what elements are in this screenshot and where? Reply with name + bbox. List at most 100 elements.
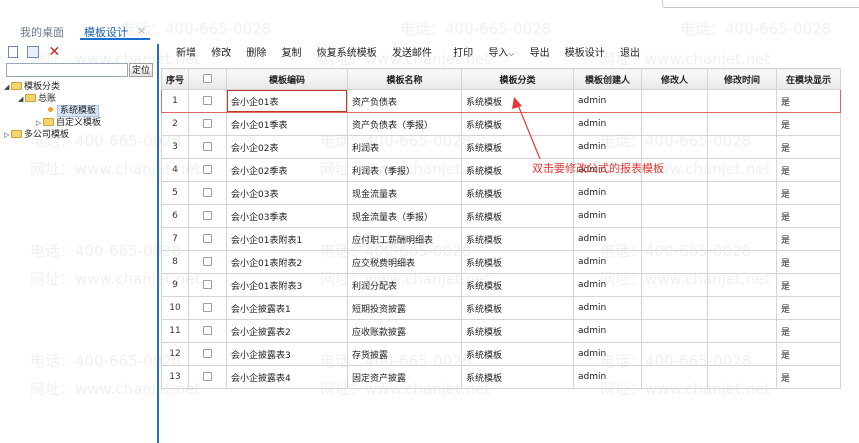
collapse-icon[interactable]: ◢	[18, 93, 25, 105]
cell-category[interactable]: 系统模板	[461, 365, 575, 389]
tree-node-multi[interactable]: ▷ 多公司模板	[4, 129, 69, 141]
cell-modifier[interactable]	[641, 319, 709, 343]
tree-node-total[interactable]: ◢ 总账	[18, 93, 56, 105]
cell-modifier[interactable]	[641, 342, 709, 366]
edit-icon[interactable]	[27, 46, 40, 58]
row-checkbox[interactable]	[188, 365, 228, 389]
cell-code[interactable]: 会小企披露表3	[226, 342, 349, 366]
cell-name[interactable]: 资产负债表（季报）	[347, 112, 463, 136]
cell-show[interactable]: 是	[776, 296, 842, 320]
cell-code[interactable]: 会小企02表	[226, 135, 349, 159]
cell-category[interactable]: 系统模板	[461, 296, 575, 320]
cell-creator[interactable]: admin	[573, 342, 643, 366]
cell-mtime[interactable]	[707, 342, 778, 366]
cell-show[interactable]: 是	[776, 204, 842, 228]
cell-modifier[interactable]	[641, 89, 709, 113]
row-checkbox[interactable]	[188, 342, 228, 366]
row-checkbox[interactable]	[188, 250, 228, 274]
cell-code[interactable]: 会小企披露表1	[226, 296, 349, 320]
cell-modifier[interactable]	[641, 112, 709, 136]
col-header-creator[interactable]: 模板创建人	[573, 68, 643, 90]
delete-button[interactable]: 删除	[246, 48, 266, 60]
cell-name[interactable]: 固定资产披露	[347, 365, 463, 389]
cell-mtime[interactable]	[707, 204, 778, 228]
cell-code[interactable]: 会小企01季表	[226, 112, 349, 136]
cell-name[interactable]: 资产负债表	[347, 89, 463, 113]
cell-show[interactable]: 是	[776, 342, 842, 366]
table-row[interactable]: 5 会小企03表 现金流量表 系统模板 admin 是	[160, 181, 842, 205]
print-button[interactable]: 打印	[453, 48, 473, 60]
cell-name[interactable]: 现金流量表	[347, 181, 463, 205]
cell-code[interactable]: 会小企03表	[226, 181, 349, 205]
select-all-checkbox[interactable]	[188, 68, 228, 90]
cell-category[interactable]: 系统模板	[461, 227, 575, 251]
edit-button[interactable]: 修改	[211, 48, 231, 60]
cell-code[interactable]: 会小企01表附表1	[226, 227, 349, 251]
cell-show[interactable]: 是	[776, 273, 842, 297]
table-row[interactable]: 6 会小企03季表 现金流量表（季报） 系统模板 admin 是	[160, 204, 842, 228]
cell-category[interactable]: 系统模板	[461, 273, 575, 297]
cell-modifier[interactable]	[641, 296, 709, 320]
cell-code[interactable]: 会小企01表附表3	[226, 273, 349, 297]
cell-creator[interactable]: admin	[573, 273, 643, 297]
cell-mtime[interactable]	[707, 158, 778, 182]
cell-creator[interactable]: admin	[573, 365, 643, 389]
col-header-category[interactable]: 模板分类	[461, 68, 575, 90]
cell-modifier[interactable]	[641, 181, 709, 205]
import-button[interactable]: 导入⌵	[488, 48, 514, 60]
collapse-icon[interactable]: ◢	[4, 81, 11, 93]
panel-divider[interactable]	[157, 44, 159, 443]
cell-name[interactable]: 存货披露	[347, 342, 463, 366]
new-doc-icon[interactable]	[8, 46, 18, 58]
col-header-name[interactable]: 模板名称	[347, 68, 463, 90]
table-row[interactable]: 9 会小企01表附表3 利润分配表 系统模板 admin 是	[160, 273, 842, 297]
col-header-modifier[interactable]: 修改人	[641, 68, 709, 90]
cell-modifier[interactable]	[641, 135, 709, 159]
send-mail-button[interactable]: 发送邮件	[392, 48, 432, 60]
cell-code[interactable]: 会小企披露表4	[226, 365, 349, 389]
delete-icon[interactable]: ✕	[48, 45, 61, 59]
tree-node-root[interactable]: ◢ 模板分类	[4, 81, 60, 93]
cell-mtime[interactable]	[707, 365, 778, 389]
col-header-code[interactable]: 模板编码	[226, 68, 349, 90]
cell-show[interactable]: 是	[776, 112, 842, 136]
cell-name[interactable]: 应付职工薪酬明细表	[347, 227, 463, 251]
table-row[interactable]: 13 会小企披露表4 固定资产披露 系统模板 admin 是	[160, 365, 842, 389]
cell-code[interactable]: 会小企03季表	[226, 204, 349, 228]
cell-category[interactable]: 系统模板	[461, 204, 575, 228]
cell-name[interactable]: 现金流量表（季报）	[347, 204, 463, 228]
cell-show[interactable]: 是	[776, 250, 842, 274]
cell-category[interactable]: 系统模板	[461, 181, 575, 205]
cell-creator[interactable]: admin	[573, 250, 643, 274]
cell-show[interactable]: 是	[776, 227, 842, 251]
row-checkbox[interactable]	[188, 112, 228, 136]
table-row[interactable]: 11 会小企披露表2 应收账款披露 系统模板 admin 是	[160, 319, 842, 343]
table-row[interactable]: 10 会小企披露表1 短期投资披露 系统模板 admin 是	[160, 296, 842, 320]
cell-name[interactable]: 应交税费明细表	[347, 250, 463, 274]
cell-show[interactable]: 是	[776, 135, 842, 159]
cell-show[interactable]: 是	[776, 319, 842, 343]
locate-button[interactable]: 定位	[129, 63, 153, 77]
cell-mtime[interactable]	[707, 250, 778, 274]
cell-category[interactable]: 系统模板	[461, 342, 575, 366]
table-row[interactable]: 12 会小企披露表3 存货披露 系统模板 admin 是	[160, 342, 842, 366]
cell-category[interactable]: 系统模板	[461, 319, 575, 343]
cell-code[interactable]: 会小企02季表	[226, 158, 349, 182]
cell-creator[interactable]: admin	[573, 181, 643, 205]
cell-modifier[interactable]	[641, 273, 709, 297]
expand-icon[interactable]: ▷	[36, 117, 43, 129]
row-checkbox[interactable]	[188, 204, 228, 228]
tab-desktop[interactable]: 我的桌面	[20, 24, 64, 40]
col-header-seq[interactable]: 序号	[160, 68, 190, 90]
add-button[interactable]: 新增	[176, 48, 196, 60]
cell-category[interactable]: 系统模板	[461, 250, 575, 274]
cell-creator[interactable]: admin	[573, 319, 643, 343]
col-header-mtime[interactable]: 修改时间	[707, 68, 778, 90]
cell-code[interactable]: 会小企01表	[226, 89, 349, 113]
cell-show[interactable]: 是	[776, 365, 842, 389]
tree-search-input[interactable]	[6, 63, 128, 77]
row-checkbox[interactable]	[188, 135, 228, 159]
row-checkbox[interactable]	[188, 273, 228, 297]
cell-name[interactable]: 利润分配表	[347, 273, 463, 297]
cell-show[interactable]: 是	[776, 158, 842, 182]
